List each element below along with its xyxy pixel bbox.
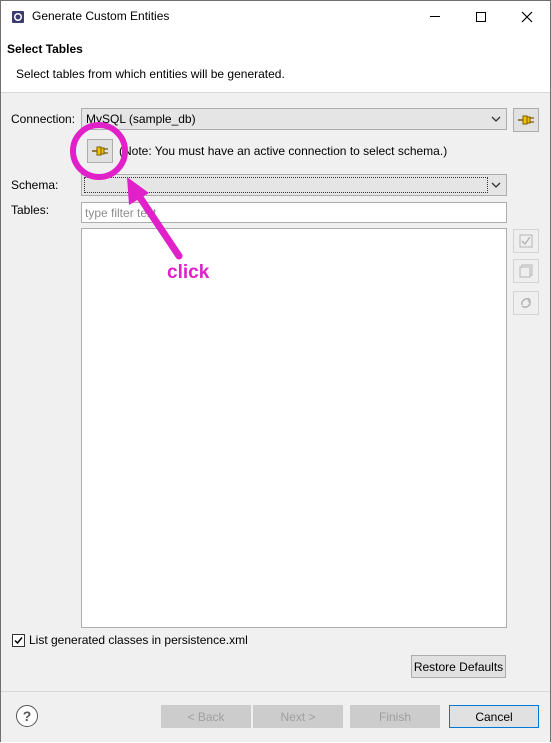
next-button[interactable]: Next >: [253, 705, 343, 728]
connection-value: MySQL (sample_db): [86, 112, 196, 126]
add-connection-button[interactable]: [513, 108, 539, 132]
schema-combo[interactable]: [81, 174, 507, 196]
connection-label: Connection:: [11, 112, 76, 126]
connection-combo[interactable]: MySQL (sample_db): [81, 108, 507, 130]
tables-label: Tables:: [11, 203, 50, 217]
schema-label: Schema:: [11, 178, 59, 192]
page-description: Select tables from which entities will b…: [16, 67, 285, 81]
back-button[interactable]: < Back: [161, 705, 251, 728]
list-classes-option[interactable]: List generated classes in persistence.xm…: [12, 633, 248, 647]
finish-button[interactable]: Finish: [350, 705, 440, 728]
connect-plug-icon: [92, 146, 108, 156]
window-title: Generate Custom Entities: [32, 9, 170, 23]
chevron-down-icon: [491, 182, 501, 188]
deselect-all-button[interactable]: [513, 259, 539, 283]
wizard-header: Select Tables Select tables from which e…: [1, 32, 550, 93]
click-annotation: click: [167, 262, 210, 283]
focus-ring: [84, 177, 488, 193]
title-bar: Generate Custom Entities: [1, 1, 550, 32]
cancel-button[interactable]: Cancel: [449, 705, 539, 728]
connect-plug-icon: [518, 115, 534, 125]
restore-defaults-button[interactable]: Restore Defaults: [411, 655, 506, 678]
refresh-icon: [521, 297, 531, 308]
select-all-icon: [519, 234, 533, 248]
list-classes-label: List generated classes in persistence.xm…: [29, 633, 248, 647]
eclipse-app-icon: [12, 11, 24, 23]
list-classes-checkbox[interactable]: [12, 633, 25, 647]
page-title: Select Tables: [7, 42, 83, 56]
deselect-all-icon: [519, 264, 533, 278]
chevron-down-icon: [491, 116, 501, 122]
help-icon[interactable]: ?: [16, 705, 38, 727]
refresh-button[interactable]: [513, 291, 539, 315]
tables-list[interactable]: [81, 228, 507, 628]
dialog-window: Generate Custom Entities Select Tables S…: [0, 0, 551, 742]
close-icon[interactable]: [504, 1, 550, 32]
table-filter-field[interactable]: [81, 202, 507, 223]
connection-note: (Note: You must have an active connectio…: [119, 144, 448, 158]
reconnect-button[interactable]: [87, 139, 113, 163]
select-all-button[interactable]: [513, 229, 539, 253]
maximize-icon[interactable]: [458, 1, 504, 32]
checkmark-icon: [14, 636, 23, 644]
table-filter-input[interactable]: [82, 203, 506, 222]
minimize-icon[interactable]: [412, 1, 458, 32]
